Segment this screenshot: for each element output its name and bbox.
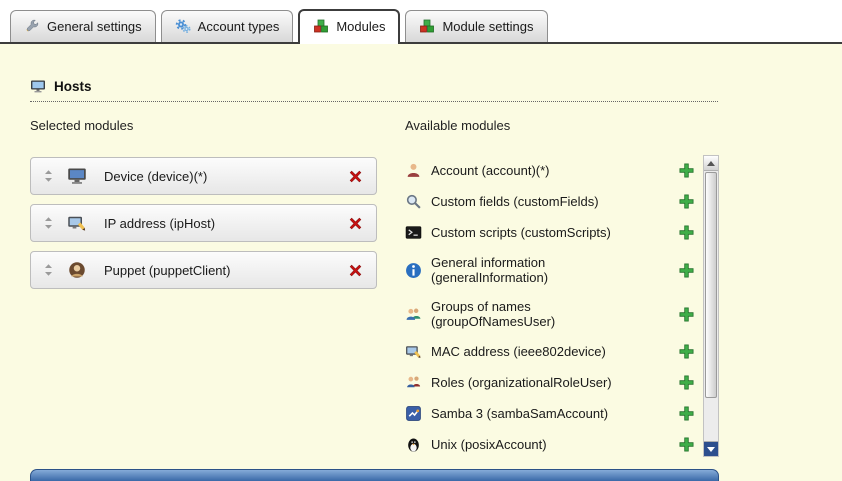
available-modules-wrap: Account (account)(*) Custom fields [405,155,721,457]
available-module-row: MAC address (ieee802device) [405,336,703,367]
available-module-row: Unix (posixAccount) [405,429,703,457]
drag-handle-icon[interactable] [43,263,54,277]
selected-module-label: IP address (ipHost) [104,216,215,231]
lam-config-page: General settings Account types [0,0,842,481]
available-module-label: General information (generalInformation) [431,255,643,285]
add-module-button[interactable] [678,343,695,360]
remove-module-button[interactable] [347,262,364,279]
tab-account-types[interactable]: Account types [161,10,294,42]
available-module-label: Custom fields (customFields) [431,194,599,209]
tab-label: Account types [198,19,280,34]
available-module-row: General information (generalInformation) [405,248,703,292]
selected-module-row: Puppet (puppetClient) [30,251,377,289]
add-module-button[interactable] [678,405,695,422]
ip-host-icon [67,213,87,233]
selected-module-row: IP address (ipHost) [30,204,377,242]
selected-module-row: Device (device)(*) [30,157,377,195]
tab-modules[interactable]: Modules [298,9,400,44]
section-title: Hosts [54,79,92,94]
available-module-label: Account (account)(*) [431,163,550,178]
available-module-row: Custom scripts (customScripts) [405,217,703,248]
tab-module-settings[interactable]: Module settings [405,10,547,42]
group-icon [405,306,422,323]
available-modules-list: Account (account)(*) Custom fields [405,155,703,457]
script-icon [405,224,422,241]
add-module-button[interactable] [678,162,695,179]
scroll-down-button[interactable] [704,441,718,456]
selected-module-label: Puppet (puppetClient) [104,263,230,278]
roles-icon [405,374,422,391]
available-modules-heading: Available modules [405,118,721,133]
modules-columns: Selected modules Device (devic [30,118,842,457]
available-modules-column: Available modules Account (account)(*) [405,118,721,457]
tab-label: Module settings [442,19,533,34]
available-module-label: MAC address (ieee802device) [431,344,606,359]
next-section-header-bar [30,469,719,481]
modules-icon [313,18,329,34]
magnifier-icon [405,193,422,210]
available-module-row: Samba 3 (sambaSamAccount) [405,398,703,429]
tab-label: General settings [47,19,142,34]
add-module-button[interactable] [678,374,695,391]
tab-general-settings[interactable]: General settings [10,10,156,42]
available-module-row: Roles (organizationalRoleUser) [405,367,703,398]
scroll-up-button[interactable] [704,156,718,171]
available-module-row: Custom fields (customFields) [405,186,703,217]
wrench-icon [24,18,40,34]
add-module-button[interactable] [678,193,695,210]
scrollbar-thumb[interactable] [705,172,717,398]
device-monitor-icon [67,166,87,186]
arrow-down-icon [707,447,715,452]
add-module-button[interactable] [678,224,695,241]
available-module-label: Unix (posixAccount) [431,437,547,452]
mac-device-icon [405,343,422,360]
selected-modules-heading: Selected modules [30,118,377,133]
available-module-label: Groups of names (groupOfNamesUser) [431,299,643,329]
remove-module-button[interactable] [347,215,364,232]
available-module-label: Custom scripts (customScripts) [431,225,611,240]
gears-icon [175,18,191,34]
add-module-button[interactable] [678,306,695,323]
module-settings-icon [419,18,435,34]
available-module-label: Samba 3 (sambaSamAccount) [431,406,608,421]
available-module-label: Roles (organizationalRoleUser) [431,375,612,390]
tab-bar: General settings Account types [0,0,842,44]
available-module-row: Account (account)(*) [405,155,703,186]
selected-modules-list: Device (device)(*) [30,157,377,289]
available-module-row: Groups of names (groupOfNamesUser) [405,292,703,336]
drag-handle-icon[interactable] [43,169,54,183]
info-icon [405,262,422,279]
available-modules-scrollbar[interactable] [703,155,719,457]
selected-module-label: Device (device)(*) [104,169,207,184]
selected-modules-column: Selected modules Device (devic [30,118,377,457]
section-header-hosts: Hosts [30,78,718,102]
add-module-button[interactable] [678,262,695,279]
tab-label: Modules [336,19,385,34]
samba-icon [405,405,422,422]
puppet-icon [67,260,87,280]
drag-handle-icon[interactable] [43,216,54,230]
remove-module-button[interactable] [347,168,364,185]
tux-penguin-icon [405,436,422,453]
arrow-up-icon [707,161,715,166]
account-person-icon [405,162,422,179]
add-module-button[interactable] [678,436,695,453]
hosts-monitor-icon [30,78,46,94]
